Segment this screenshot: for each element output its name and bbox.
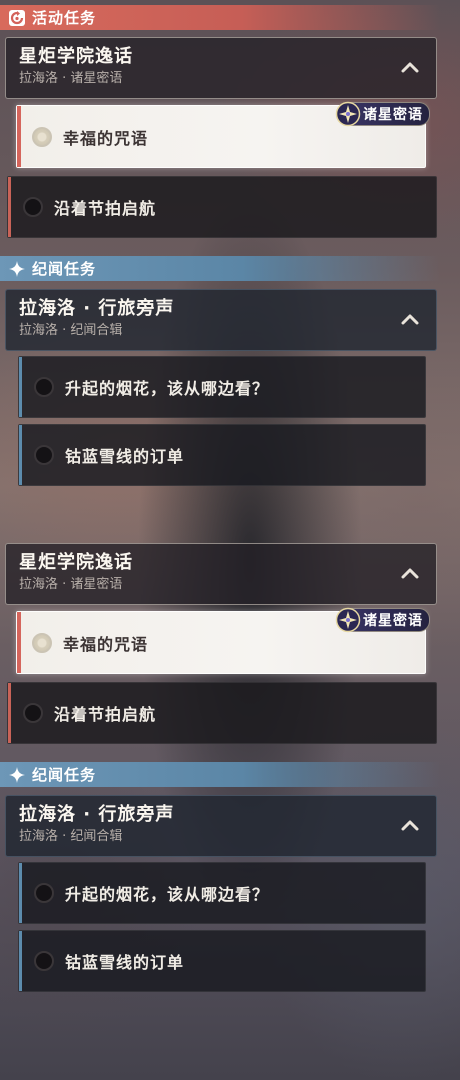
chronicle-section-title: 纪闻任务 <box>32 766 97 784</box>
chronicle-group-subtitle: 拉海洛 · 纪闻合辑 <box>19 323 123 338</box>
quest-item[interactable]: 升起的烟花，该从哪边看？ <box>18 356 426 418</box>
chevron-up-icon[interactable] <box>400 60 420 74</box>
sparkle-star-icon <box>8 260 26 278</box>
quest-label: 沿着节拍启航 <box>54 199 157 218</box>
chevron-up-icon[interactable] <box>400 566 420 580</box>
quest-status-icon <box>34 445 54 465</box>
chronicle-group-title: 拉海洛 · 行旅旁声 <box>19 804 175 825</box>
quest-label: 钴蓝雪线的订单 <box>65 953 185 972</box>
quest-label: 沿着节拍启航 <box>54 705 157 724</box>
quest-label: 钴蓝雪线的订单 <box>65 447 185 466</box>
chronicle-group-card[interactable]: 拉海洛 · 行旅旁声 拉海洛 · 纪闻合辑 <box>5 289 437 351</box>
chronicle-section-header[interactable]: 纪闻任务 <box>0 256 440 281</box>
activity-section-title: 活动任务 <box>32 9 97 27</box>
quest-type-badge-label: 诸星密语 <box>363 613 423 629</box>
quest-item[interactable]: 沿着节拍启航 <box>7 176 437 238</box>
quest-type-badge-label: 诸星密语 <box>363 107 423 123</box>
quest-label: 幸福的咒语 <box>63 128 149 148</box>
quest-status-icon <box>34 951 54 971</box>
activity-group-title: 星炬学院逸话 <box>19 46 133 67</box>
quest-label: 升起的烟花，该从哪边看？ <box>65 885 270 904</box>
quest-item[interactable]: 升起的烟花，该从哪边看？ <box>18 862 426 924</box>
quest-label: 升起的烟花，该从哪边看？ <box>65 379 270 398</box>
chronicle-group-subtitle: 拉海洛 · 纪闻合辑 <box>19 829 123 844</box>
quest-accent-bar <box>19 931 22 991</box>
quest-type-badge: 诸星密语 <box>335 607 430 633</box>
chevron-up-icon[interactable] <box>400 818 420 832</box>
quest-item[interactable]: 沿着节拍启航 <box>7 682 437 744</box>
star-compass-icon <box>335 101 361 127</box>
quest-status-icon <box>23 197 43 217</box>
activity-group-subtitle: 拉海洛 · 诸星密语 <box>19 71 123 86</box>
chevron-up-icon[interactable] <box>400 312 420 326</box>
quest-accent-bar <box>8 177 11 237</box>
quest-label: 幸福的咒语 <box>63 634 149 654</box>
activity-group-card[interactable]: 星炬学院逸话 拉海洛 · 诸星密语 <box>5 543 437 605</box>
quest-status-icon <box>34 883 54 903</box>
quest-accent-bar <box>17 612 21 673</box>
quest-accent-bar <box>19 425 22 485</box>
activity-section-header[interactable]: 活动任务 <box>0 5 440 30</box>
quest-accent-bar <box>8 683 11 743</box>
quest-status-icon <box>23 703 43 723</box>
quest-accent-bar <box>19 863 22 923</box>
quest-type-badge: 诸星密语 <box>335 101 430 127</box>
quest-item[interactable]: 钴蓝雪线的订单 <box>18 930 426 992</box>
activity-group-subtitle: 拉海洛 · 诸星密语 <box>19 577 123 592</box>
quest-status-icon <box>34 377 54 397</box>
quest-item[interactable]: 钴蓝雪线的订单 <box>18 424 426 486</box>
chronicle-group-card[interactable]: 拉海洛 · 行旅旁声 拉海洛 · 纪闻合辑 <box>5 795 437 857</box>
activity-group-card[interactable]: 星炬学院逸话 拉海洛 · 诸星密语 <box>5 37 437 99</box>
star-compass-icon <box>335 607 361 633</box>
quest-accent-bar <box>17 106 21 167</box>
sparkle-star-icon <box>8 766 26 784</box>
quest-status-icon <box>32 126 52 147</box>
activity-group-title: 星炬学院逸话 <box>19 552 133 573</box>
chronicle-section-header[interactable]: 纪闻任务 <box>0 762 440 787</box>
quest-accent-bar <box>19 357 22 417</box>
activity-mission-icon <box>8 9 26 27</box>
quest-status-icon <box>32 632 52 653</box>
chronicle-group-title: 拉海洛 · 行旅旁声 <box>19 298 175 319</box>
chronicle-section-title: 纪闻任务 <box>32 260 97 278</box>
